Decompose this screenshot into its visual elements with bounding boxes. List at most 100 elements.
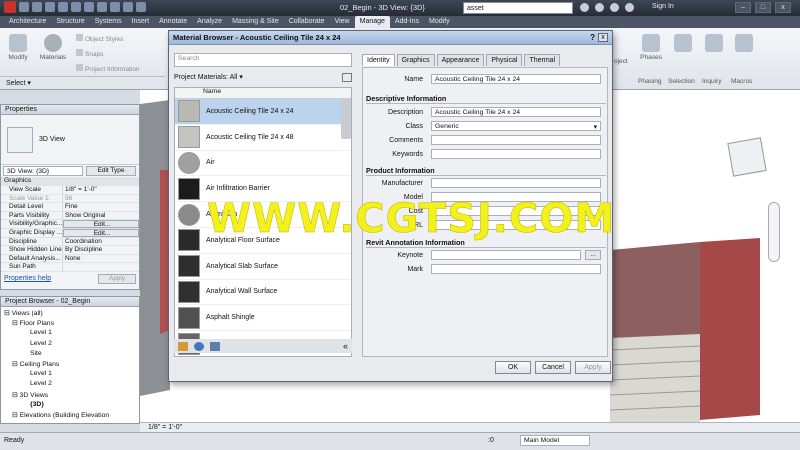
type-selector[interactable]: 3D View bbox=[1, 115, 139, 165]
tab-massing-site[interactable]: Massing & Site bbox=[227, 16, 284, 28]
select-panel[interactable]: Select ▾ bbox=[0, 76, 165, 90]
property-row[interactable]: Discipline Coordination bbox=[1, 237, 139, 247]
revit-logo-icon[interactable] bbox=[4, 1, 16, 13]
search-icon[interactable] bbox=[580, 3, 589, 12]
comments-field[interactable] bbox=[431, 135, 601, 145]
tab-view[interactable]: View bbox=[330, 16, 355, 28]
material-item[interactable]: Acoustic Ceiling Tile 24 x 24 bbox=[175, 99, 351, 125]
close-window-button[interactable]: x bbox=[775, 2, 791, 13]
maximize-button[interactable]: □ bbox=[755, 2, 771, 13]
tree-item[interactable]: {3D} bbox=[4, 401, 136, 411]
communication-icon[interactable] bbox=[610, 3, 619, 12]
material-list-scrollbar[interactable] bbox=[341, 99, 351, 139]
list-view-icon[interactable] bbox=[342, 72, 352, 82]
apply-button[interactable]: Apply bbox=[98, 273, 136, 284]
manufacturer-field[interactable] bbox=[431, 178, 601, 188]
materials-button[interactable]: Materials bbox=[38, 34, 68, 61]
view-scale[interactable]: 1/8" = 1'-0" bbox=[148, 424, 182, 431]
property-row[interactable]: Sun Path bbox=[1, 263, 139, 272]
tab-identity[interactable]: Identity bbox=[362, 54, 395, 66]
graphics-group-header[interactable]: Graphics bbox=[1, 177, 139, 186]
minimize-button[interactable]: – bbox=[735, 2, 751, 13]
name-field[interactable]: Acoustic Ceiling Tile 24 x 24 bbox=[431, 74, 601, 84]
undo-icon[interactable] bbox=[45, 2, 55, 12]
subscription-icon[interactable] bbox=[595, 3, 604, 12]
property-row[interactable]: Graphic Display ... Edit... bbox=[1, 228, 139, 238]
open-icon[interactable] bbox=[19, 2, 29, 12]
create-material-icon[interactable] bbox=[194, 341, 204, 351]
material-item[interactable]: Asphalt Shingle bbox=[175, 305, 351, 332]
phases-button[interactable]: Phases bbox=[639, 34, 663, 61]
selection-panel[interactable] bbox=[668, 34, 698, 54]
tab-appearance[interactable]: Appearance bbox=[436, 54, 485, 66]
property-row[interactable]: Visibility/Graphic... Edit... bbox=[1, 220, 139, 229]
keywords-field[interactable] bbox=[431, 149, 601, 159]
snaps-button[interactable]: Snaps bbox=[76, 49, 103, 58]
description-field[interactable]: Acoustic Ceiling Tile 24 x 24 bbox=[431, 107, 601, 117]
properties-help-link[interactable]: Properties help bbox=[4, 275, 51, 282]
close-button[interactable]: x bbox=[598, 33, 608, 42]
3d-view-icon[interactable] bbox=[123, 2, 133, 12]
measure-icon[interactable] bbox=[84, 2, 94, 12]
vg-edit-button[interactable]: Edit... bbox=[63, 220, 139, 228]
dimension-icon[interactable] bbox=[97, 2, 107, 12]
tree-item[interactable]: ⊟ Ceiling Plans bbox=[4, 360, 136, 370]
tree-item[interactable]: ⊟ Elevations (Building Elevation bbox=[4, 411, 136, 421]
material-item[interactable]: Acoustic Ceiling Tile 24 x 48 bbox=[175, 125, 351, 151]
graphic-display-edit-button[interactable]: Edit... bbox=[63, 228, 139, 237]
tree-item[interactable]: Site bbox=[4, 350, 136, 360]
tab-modify[interactable]: Modify bbox=[424, 16, 455, 28]
inquiry-panel[interactable] bbox=[702, 34, 726, 54]
property-value[interactable] bbox=[63, 263, 139, 271]
material-item[interactable]: Air bbox=[175, 151, 351, 177]
create-library-icon[interactable] bbox=[178, 341, 188, 351]
navigation-bar[interactable] bbox=[768, 202, 780, 262]
property-row[interactable]: Default Analysis... None bbox=[1, 254, 139, 264]
tab-annotate[interactable]: Annotate bbox=[154, 16, 192, 28]
asset-browser-icon[interactable] bbox=[210, 341, 220, 351]
dialog-apply-button[interactable]: Apply bbox=[575, 361, 611, 374]
cancel-button[interactable]: Cancel bbox=[535, 361, 571, 374]
material-item[interactable]: Analytical Slab Surface bbox=[175, 254, 351, 280]
tab-graphics[interactable]: Graphics bbox=[396, 54, 435, 66]
tree-item[interactable]: Level 2 bbox=[4, 340, 136, 350]
keynote-browse-button[interactable]: ... bbox=[585, 250, 601, 260]
keynote-field[interactable] bbox=[431, 250, 581, 260]
design-option-dropdown[interactable]: Main Model bbox=[520, 435, 590, 446]
property-row[interactable]: Show Hidden Lines By Discipline bbox=[1, 246, 139, 255]
tree-item[interactable]: Level 2 bbox=[4, 380, 136, 390]
ok-button[interactable]: OK bbox=[495, 361, 531, 374]
property-value[interactable]: By Discipline bbox=[63, 246, 139, 254]
tree-item[interactable]: ⊟ 3D Views bbox=[4, 391, 136, 401]
mark-field[interactable] bbox=[431, 264, 601, 274]
collapse-library-button[interactable]: « bbox=[343, 341, 348, 351]
tree-item[interactable]: Level 1 bbox=[4, 329, 136, 339]
tab-manage[interactable]: Manage bbox=[354, 16, 390, 28]
save-icon[interactable] bbox=[32, 2, 42, 12]
tab-analyze[interactable]: Analyze bbox=[192, 16, 227, 28]
tab-add-ins[interactable]: Add-Ins bbox=[390, 16, 424, 28]
object-styles-button[interactable]: Object Styles bbox=[76, 34, 123, 43]
sign-in-link[interactable]: Sign In bbox=[652, 3, 674, 10]
property-value[interactable]: Fine bbox=[63, 203, 139, 211]
tab-systems[interactable]: Systems bbox=[90, 16, 127, 28]
view-selector-dropdown[interactable]: 3D View: {3D} bbox=[3, 166, 83, 176]
material-search-input[interactable]: Search bbox=[174, 53, 352, 67]
property-value[interactable]: Show Original bbox=[63, 212, 139, 220]
property-value[interactable]: 1/8" = 1'-0" bbox=[63, 186, 139, 194]
tree-item[interactable]: Level 1 bbox=[4, 370, 136, 380]
tab-thermal[interactable]: Thermal bbox=[524, 54, 561, 66]
favorites-icon[interactable] bbox=[625, 3, 634, 12]
modify-button[interactable]: Modify bbox=[6, 34, 30, 61]
viewcube-icon[interactable] bbox=[727, 137, 767, 177]
print-icon[interactable] bbox=[71, 2, 81, 12]
tab-structure[interactable]: Structure bbox=[51, 16, 89, 28]
text-icon[interactable] bbox=[110, 2, 120, 12]
section-icon[interactable] bbox=[136, 2, 146, 12]
tab-architecture[interactable]: Architecture bbox=[4, 16, 51, 28]
material-item[interactable]: Analytical Wall Surface bbox=[175, 280, 351, 306]
tab-collaborate[interactable]: Collaborate bbox=[284, 16, 330, 28]
tab-physical[interactable]: Physical bbox=[486, 54, 523, 66]
redo-icon[interactable] bbox=[58, 2, 68, 12]
tree-item[interactable]: ⊟ Floor Plans bbox=[4, 319, 136, 329]
